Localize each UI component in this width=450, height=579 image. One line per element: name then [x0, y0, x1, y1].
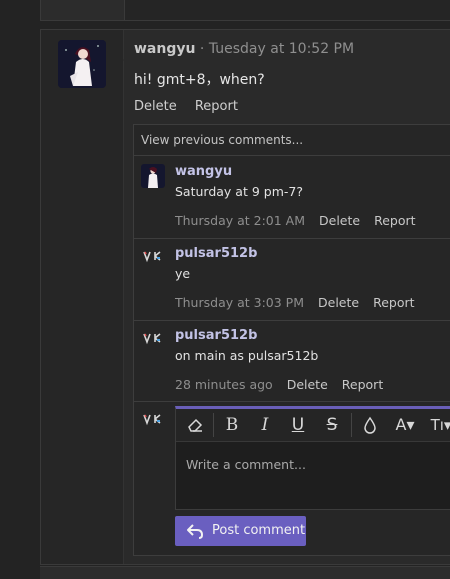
- avatar[interactable]: [141, 164, 165, 188]
- editor-toolbar: B I U S A▾ Tı▾: [176, 409, 450, 442]
- comments-section: View previous comments... wangyu Saturda…: [133, 124, 450, 556]
- comment-input[interactable]: Write a comment...: [186, 457, 306, 472]
- comment-item: pulsar512b on main as pulsar512b 28 minu…: [134, 321, 450, 402]
- post-comment-label: Post comment: [212, 523, 306, 538]
- comment-item: wangyu Saturday at 9 pm-7? Thursday at 2…: [134, 157, 450, 239]
- comment-username[interactable]: pulsar512b: [175, 246, 257, 261]
- avatar-pointer: [123, 52, 131, 68]
- bold-button[interactable]: B: [217, 409, 247, 441]
- post-report-link[interactable]: Report: [195, 99, 238, 114]
- comment-editor: B I U S A▾ Tı▾ Write a comment...: [175, 406, 450, 510]
- post-avatar-column: [41, 30, 124, 564]
- comment-report-link[interactable]: Report: [373, 295, 414, 310]
- avatar[interactable]: [58, 40, 106, 88]
- comment-report-link[interactable]: Report: [342, 377, 383, 392]
- comment-text: ye: [175, 266, 191, 281]
- post-body: hi! gmt+8，when?: [134, 72, 265, 88]
- avatar[interactable]: [141, 328, 165, 352]
- avatar[interactable]: [141, 246, 165, 270]
- comment-meta: Thursday at 2:01 AM Delete Report: [175, 213, 416, 228]
- comment-delete-link[interactable]: Delete: [318, 295, 359, 310]
- comment-time[interactable]: Thursday at 3:03 PM: [175, 295, 304, 310]
- font-size-dropdown[interactable]: Tı▾: [424, 409, 450, 441]
- post-actions: Delete Report: [134, 99, 252, 114]
- font-family-dropdown[interactable]: A▾: [388, 409, 422, 441]
- comment-username[interactable]: wangyu: [175, 164, 232, 179]
- header-separator: ·: [199, 41, 205, 57]
- eraser-icon[interactable]: [180, 409, 210, 441]
- comment-delete-link[interactable]: Delete: [319, 213, 360, 228]
- comment-delete-link[interactable]: Delete: [287, 377, 328, 392]
- post-comment-button[interactable]: Post comment: [175, 516, 306, 546]
- underline-button[interactable]: U: [283, 409, 313, 441]
- italic-button[interactable]: I: [250, 409, 280, 441]
- view-previous-comments-link[interactable]: View previous comments...: [134, 125, 450, 156]
- reply-icon: [187, 524, 204, 539]
- comment-reply-area: B I U S A▾ Tı▾ Write a comment... Post c…: [134, 401, 450, 555]
- strikethrough-button[interactable]: S: [317, 409, 347, 441]
- comment-item: pulsar512b ye Thursday at 3:03 PM Delete R…: [134, 239, 450, 321]
- comment-text: on main as pulsar512b: [175, 348, 319, 363]
- toolbar-divider: [213, 413, 214, 437]
- post-username[interactable]: wangyu: [134, 41, 195, 57]
- previous-post-fragment: [40, 0, 450, 21]
- comment-time[interactable]: Thursday at 2:01 AM: [175, 213, 305, 228]
- comment-time[interactable]: 28 minutes ago: [175, 377, 273, 392]
- toolbar-divider: [351, 413, 352, 437]
- text-color-icon[interactable]: [355, 409, 385, 441]
- post-timestamp[interactable]: Tuesday at 10:52 PM: [209, 41, 354, 57]
- next-post-fragment: [40, 566, 450, 579]
- comment-text: Saturday at 9 pm-7?: [175, 184, 303, 199]
- comment-report-link[interactable]: Report: [374, 213, 415, 228]
- post-delete-link[interactable]: Delete: [134, 99, 177, 114]
- post-header: wangyu · Tuesday at 10:52 PM: [134, 41, 354, 57]
- profile-post: wangyu · Tuesday at 10:52 PM hi! gmt+8，w…: [40, 29, 450, 565]
- comment-meta: 28 minutes ago Delete Report: [175, 377, 383, 392]
- left-gutter: [0, 0, 40, 574]
- comment-username[interactable]: pulsar512b: [175, 328, 257, 343]
- comment-meta: Thursday at 3:03 PM Delete Report: [175, 295, 415, 310]
- avatar: [141, 409, 165, 433]
